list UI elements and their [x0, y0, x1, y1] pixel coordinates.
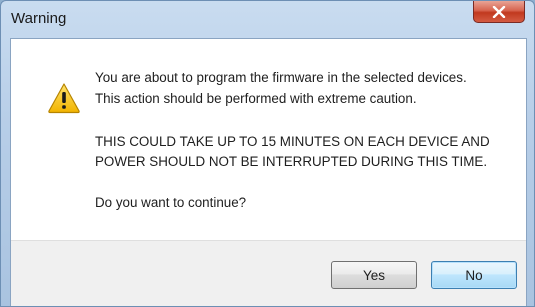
yes-button[interactable]: Yes	[331, 261, 417, 289]
dialog-content: You are about to program the firmware in…	[10, 38, 527, 306]
message-line-4: POWER SHOULD NOT BE INTERRUPTED DURING T…	[95, 154, 488, 169]
close-button[interactable]	[473, 1, 525, 23]
window-title: Warning	[11, 10, 67, 27]
no-button[interactable]: No	[431, 261, 517, 289]
warning-dialog-window: Warning You are about to program the fir…	[0, 0, 535, 307]
title-bar[interactable]: Warning	[1, 1, 534, 39]
message-line-1: You are about to program the firmware in…	[95, 70, 467, 85]
button-bar: Yes No	[11, 240, 526, 306]
message-line-3: THIS COULD TAKE UP TO 15 MINUTES ON EACH…	[95, 134, 490, 149]
message-line-5: Do you want to continue?	[95, 195, 247, 210]
message-line-2: This action should be performed with ext…	[95, 91, 417, 106]
warning-triangle-icon	[48, 83, 80, 114]
close-icon	[492, 5, 506, 18]
